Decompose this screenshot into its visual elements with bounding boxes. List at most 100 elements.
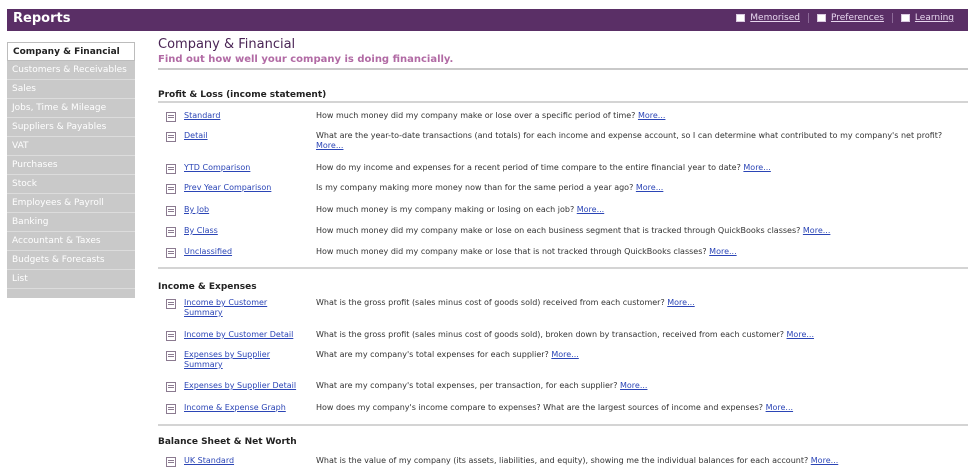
report-link[interactable]: By Job [184, 205, 302, 215]
memorised-link[interactable]: Memorised [728, 13, 808, 23]
report-description: How much money did my company make or lo… [316, 226, 956, 236]
report-description: What are my company's total expenses, pe… [316, 381, 956, 391]
more-link[interactable]: More... [577, 205, 604, 214]
report-icon[interactable] [166, 164, 176, 174]
report-question: How does my company's income compare to … [316, 403, 764, 412]
sidebar-item-sales[interactable]: Sales [7, 80, 135, 99]
sidebar-item-banking[interactable]: Banking [7, 213, 135, 232]
report-icon[interactable] [166, 112, 176, 122]
report-link[interactable]: YTD Comparison [184, 163, 302, 173]
reports-title-bar: Reports Memorised Preferences Learning [7, 9, 968, 31]
sidebar-item-purchases[interactable]: Purchases [7, 156, 135, 175]
report-question: Is my company making more money now than… [316, 183, 634, 192]
sidebar-footer [7, 289, 135, 298]
sidebar-item-vat[interactable]: VAT [7, 137, 135, 156]
report-description: How does my company's income compare to … [316, 403, 956, 413]
section-divider [158, 424, 968, 426]
report-question: How much money is my company making or l… [316, 205, 575, 214]
sidebar-item-customers-receivables[interactable]: Customers & Receivables [7, 61, 135, 80]
learning-icon [900, 14, 910, 22]
report-question: What are my company's total expenses for… [316, 350, 549, 359]
report-link[interactable]: Income by Customer Summary [184, 298, 302, 318]
report-question: What are the year-to-date transactions (… [316, 131, 943, 140]
sidebar-item-budgets-forecasts[interactable]: Budgets & Forecasts [7, 251, 135, 270]
report-question: How much money did my company make or lo… [316, 247, 707, 256]
memorised-icon [736, 14, 746, 22]
report-icon[interactable] [166, 404, 176, 414]
window-top-edge [0, 0, 975, 8]
header-divider [158, 68, 968, 70]
report-description: How much money did my company make or lo… [316, 247, 956, 257]
more-link[interactable]: More... [551, 350, 578, 359]
more-link[interactable]: More... [636, 183, 663, 192]
report-category-sidebar: Company & Financial Customers & Receivab… [7, 42, 135, 298]
report-icon[interactable] [166, 184, 176, 194]
report-question: What is the gross profit (sales minus co… [316, 330, 784, 339]
sidebar-item-accountant-taxes[interactable]: Accountant & Taxes [7, 232, 135, 251]
memorised-label: Memorised [750, 13, 800, 23]
more-link[interactable]: More... [811, 456, 838, 465]
more-link[interactable]: More... [620, 381, 647, 390]
page-title: Company & Financial [158, 37, 296, 52]
report-link[interactable]: Standard [184, 111, 302, 121]
report-question: What are my company's total expenses, pe… [316, 381, 618, 390]
report-icon[interactable] [166, 331, 176, 341]
preferences-link[interactable]: Preferences [807, 13, 892, 23]
report-description: What are my company's total expenses for… [316, 350, 956, 360]
report-link[interactable]: Expenses by Supplier Detail [184, 381, 302, 391]
report-description: How do my income and expenses for a rece… [316, 163, 956, 173]
more-link[interactable]: More... [766, 403, 793, 412]
section-title-balance-sheet: Balance Sheet & Net Worth [158, 437, 297, 447]
report-icon[interactable] [166, 206, 176, 216]
toolbar-links: Memorised Preferences Learning [728, 13, 962, 23]
report-link[interactable]: Detail [184, 131, 302, 141]
report-link[interactable]: Prev Year Comparison [184, 183, 302, 193]
sidebar-item-jobs-time-mileage[interactable]: Jobs, Time & Mileage [7, 99, 135, 118]
section-divider [158, 101, 968, 103]
report-description: How much money did my company make or lo… [316, 111, 956, 121]
learning-label: Learning [914, 13, 954, 23]
report-link[interactable]: Expenses by Supplier Summary [184, 350, 302, 370]
report-description: Is my company making more money now than… [316, 183, 956, 193]
report-question: What is the gross profit (sales minus co… [316, 298, 665, 307]
main-header: Company & Financial Find out how well yo… [158, 37, 963, 66]
more-link[interactable]: More... [787, 330, 814, 339]
report-description: What is the gross profit (sales minus co… [316, 330, 956, 340]
sidebar-item-employees-payroll[interactable]: Employees & Payroll [7, 194, 135, 213]
report-question: What is the value of my company (its ass… [316, 456, 809, 465]
report-link[interactable]: Income by Customer Detail [184, 330, 302, 340]
report-icon[interactable] [166, 299, 176, 309]
more-link[interactable]: More... [638, 111, 665, 120]
sidebar-item-suppliers-payables[interactable]: Suppliers & Payables [7, 118, 135, 137]
report-question: How much money did my company make or lo… [316, 226, 801, 235]
more-link[interactable]: More... [316, 141, 343, 150]
preferences-icon [816, 14, 826, 22]
report-description: What is the value of my company (its ass… [316, 456, 956, 466]
report-icon[interactable] [166, 382, 176, 392]
report-question: How much money did my company make or lo… [316, 111, 636, 120]
sidebar-item-stock[interactable]: Stock [7, 175, 135, 194]
app-title: Reports [13, 11, 71, 26]
more-link[interactable]: More... [803, 226, 830, 235]
report-description: What are the year-to-date transactions (… [316, 131, 956, 151]
sidebar-item-company-financial[interactable]: Company & Financial [7, 42, 135, 61]
report-icon[interactable] [166, 132, 176, 142]
report-icon[interactable] [166, 248, 176, 258]
report-icon[interactable] [166, 457, 176, 467]
more-link[interactable]: More... [709, 247, 736, 256]
section-divider [158, 267, 968, 269]
report-link[interactable]: Unclassified [184, 247, 302, 257]
report-link[interactable]: By Class [184, 226, 302, 236]
preferences-label: Preferences [830, 13, 884, 23]
report-icon[interactable] [166, 351, 176, 361]
more-link[interactable]: More... [667, 298, 694, 307]
report-link[interactable]: Income & Expense Graph [184, 403, 302, 413]
report-icon[interactable] [166, 227, 176, 237]
section-title-income-expenses: Income & Expenses [158, 282, 257, 292]
learning-link[interactable]: Learning [891, 13, 962, 23]
report-description: What is the gross profit (sales minus co… [316, 298, 956, 308]
page-subtitle: Find out how well your company is doing … [158, 54, 454, 65]
sidebar-item-list[interactable]: List [7, 270, 135, 289]
report-link[interactable]: UK Standard [184, 456, 302, 466]
more-link[interactable]: More... [743, 163, 770, 172]
